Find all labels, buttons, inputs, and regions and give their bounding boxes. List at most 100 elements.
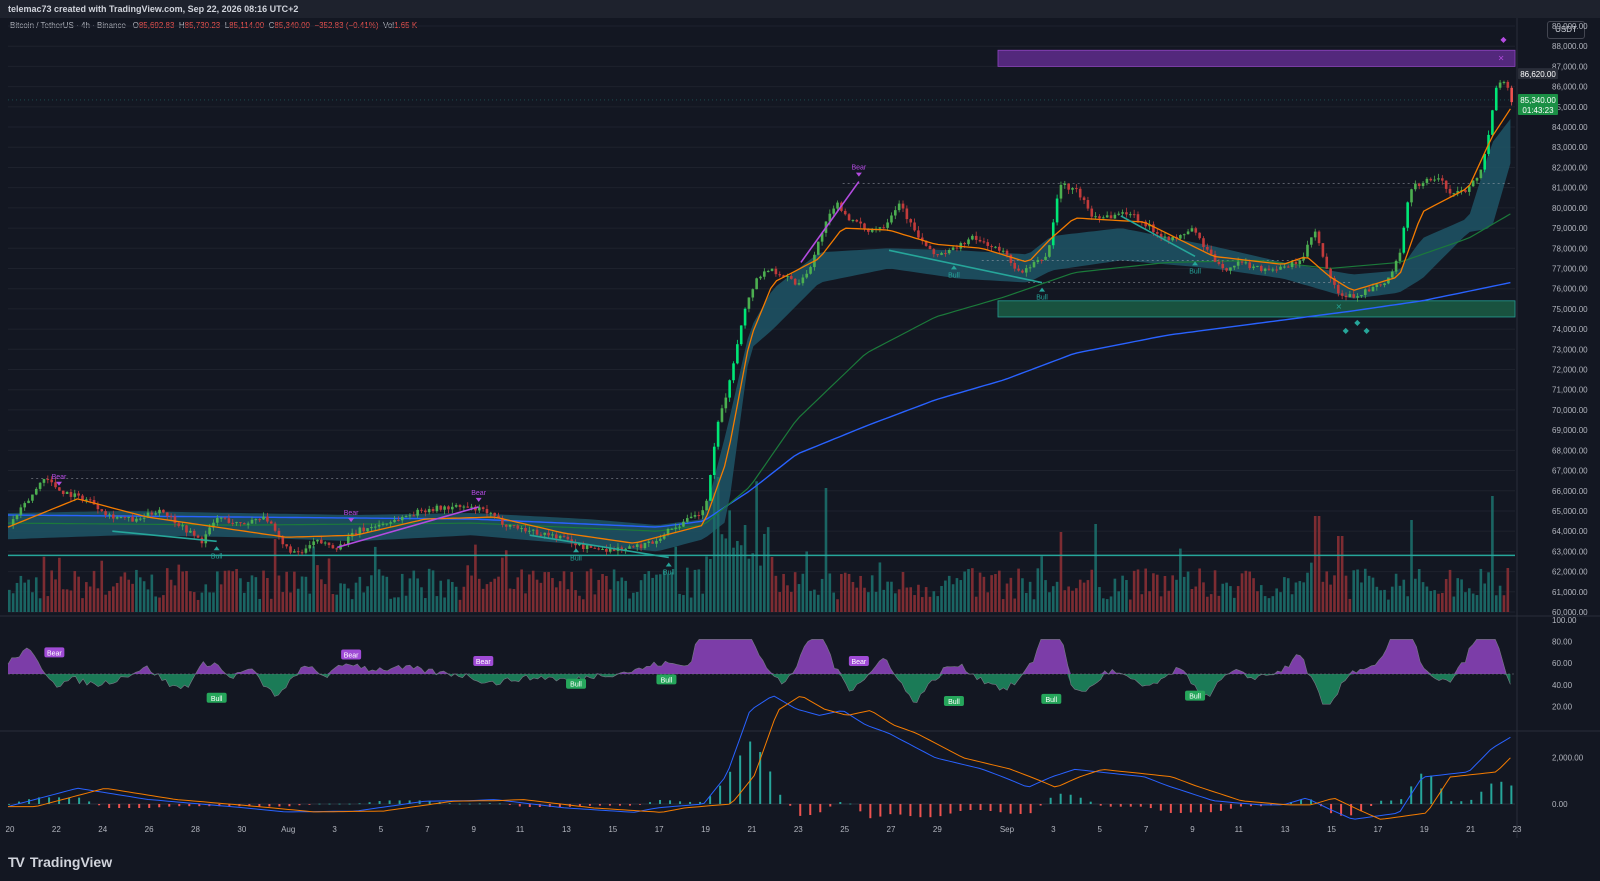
candle-body <box>1248 262 1252 269</box>
candle-body <box>1360 294 1363 297</box>
bear-divergence-line <box>800 181 860 263</box>
volume-bar <box>112 586 115 612</box>
candle-body <box>1252 266 1255 269</box>
volume-bar <box>1059 532 1063 612</box>
price-axis: 89,000.0088,000.0087,000.0086,000.0085,0… <box>1552 22 1588 809</box>
macd-histogram-bar <box>829 804 832 807</box>
candle-body <box>285 544 288 547</box>
rsi-bull-label: Bull <box>948 699 960 706</box>
volume-bar <box>327 558 331 612</box>
volume-bar <box>462 586 466 612</box>
candle-body <box>416 509 419 516</box>
volume-bar <box>1271 596 1275 612</box>
volume-bar <box>477 578 481 612</box>
macd-histogram-bar <box>398 800 401 804</box>
volume-bar <box>967 569 970 612</box>
volume-bar <box>608 589 612 612</box>
candle-body <box>1275 269 1278 271</box>
candle-body <box>246 523 250 525</box>
candle-body <box>1433 179 1436 181</box>
volume-bar <box>239 578 242 612</box>
volume-bar <box>397 597 400 612</box>
candle-body <box>1479 169 1483 179</box>
volume-bar <box>971 568 974 612</box>
volume-bar <box>928 596 932 612</box>
volume-bar <box>1494 595 1498 612</box>
volume-bar <box>824 488 828 612</box>
volume-bar <box>1275 588 1278 612</box>
tradingview-logo[interactable]: TV TradingView <box>8 854 112 870</box>
volume-bar <box>254 577 258 612</box>
volume-bar <box>485 584 489 612</box>
candle-body <box>1348 294 1352 298</box>
macd-histogram-bar <box>278 804 281 807</box>
candle-body <box>1202 238 1205 247</box>
candle-body <box>54 482 57 488</box>
volume-bar <box>528 574 531 612</box>
price-tick-label: 64,000.00 <box>1552 527 1588 536</box>
candle-body <box>1259 265 1263 271</box>
volume-bar <box>1005 583 1009 612</box>
candle-body <box>381 523 385 525</box>
volume-bar <box>635 591 639 612</box>
candle-body <box>732 363 735 381</box>
candle-body <box>100 509 104 512</box>
volume-bar <box>632 592 635 612</box>
volume-bar <box>258 598 261 612</box>
candle-body <box>751 289 755 298</box>
volume-bar <box>1383 589 1386 612</box>
candle-body <box>1078 188 1082 198</box>
candle-body <box>1244 262 1248 264</box>
volume-bar <box>1325 571 1329 612</box>
macd-histogram-bar <box>1480 791 1483 804</box>
price-tick-label: 78,000.00 <box>1552 244 1588 253</box>
price-chart[interactable]: 89,000.0088,000.0087,000.0086,000.0085,0… <box>0 18 1600 852</box>
candle-body <box>1032 262 1036 268</box>
candle-body <box>1371 287 1375 292</box>
candle-body <box>77 493 80 496</box>
price-tick-label: 80,000.00 <box>1552 204 1588 213</box>
candle-body <box>512 524 516 526</box>
volume-bar <box>1229 586 1232 612</box>
volume-bar <box>1028 581 1032 612</box>
volume-bar <box>558 581 562 612</box>
candle-body <box>1240 261 1244 263</box>
candle-body <box>1325 256 1329 269</box>
candle-body <box>990 245 993 248</box>
candle-body <box>1109 215 1113 219</box>
rsi-bull-label: Bull <box>1045 697 1057 704</box>
time-tick-label: 7 <box>1144 825 1149 834</box>
macd-histogram-bar <box>108 804 111 809</box>
rsi-tick-label: 20.00 <box>1552 702 1573 711</box>
volume-bar <box>716 477 720 612</box>
volume-bar <box>859 575 862 612</box>
volume-bar <box>273 539 277 612</box>
candle-body <box>774 268 778 275</box>
volume-bar <box>81 598 84 612</box>
volume-bar <box>1394 573 1398 612</box>
footer <box>0 852 1600 881</box>
volume-bar <box>362 592 366 612</box>
candle-body <box>1502 81 1506 83</box>
volume-bar <box>138 577 142 612</box>
candle-body <box>1167 236 1171 241</box>
volume-bar <box>890 581 893 612</box>
volume-bar <box>1294 582 1298 612</box>
time-tick-label: 23 <box>1513 825 1522 834</box>
volume-bar <box>1040 556 1043 612</box>
candle-body <box>192 530 196 536</box>
candle-body <box>1063 183 1067 185</box>
macd-histogram-bar <box>1219 804 1222 811</box>
macd-histogram-bar <box>498 803 501 805</box>
candle-body <box>373 526 377 528</box>
price-tick-label: 61,000.00 <box>1552 588 1588 597</box>
volume-bar <box>1071 590 1074 612</box>
candle-body <box>1410 189 1413 203</box>
volume-bar <box>1075 588 1078 612</box>
macd-histogram-bar <box>739 755 742 804</box>
candle-body <box>1498 82 1502 88</box>
volume-bar <box>339 583 342 612</box>
candle-body <box>755 278 758 290</box>
volume-bar <box>894 593 897 612</box>
bear-label: Bear <box>52 474 67 481</box>
